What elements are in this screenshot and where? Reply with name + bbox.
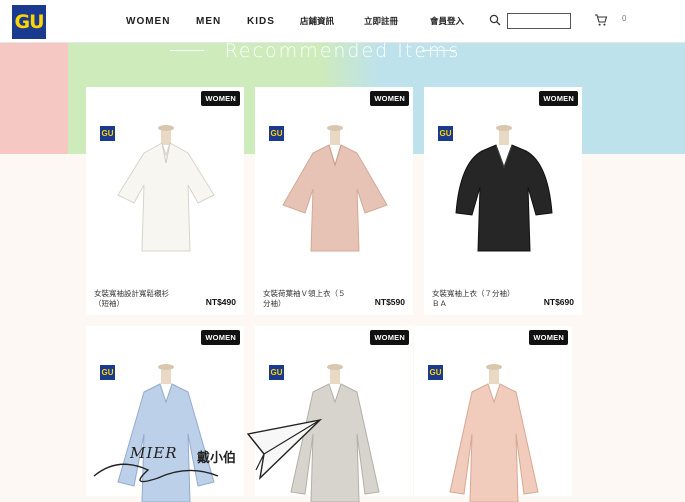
product-card[interactable]: WOMEN GU 女裝荷葉袖Ｖ領上衣（５ 分袖） NT$590	[255, 87, 413, 315]
product-price: NT$490	[205, 297, 236, 307]
search-input[interactable]	[507, 13, 571, 29]
product-name-line1: 女裝寬袖設計寬鬆襯衫	[94, 289, 169, 298]
product-name: 女裝荷葉袖Ｖ領上衣（５ 分袖）	[263, 289, 363, 309]
women-tag: WOMEN	[201, 91, 240, 106]
section-title: Recommended Items	[224, 40, 461, 62]
gu-logo[interactable]: GU	[12, 5, 46, 39]
product-card[interactable]: WOMEN GU 女裝寬袖上衣（７分袖） ＢＡ NT$690	[424, 87, 582, 315]
product-name: 女裝寬袖設計寬鬆襯衫 （短袖）	[94, 289, 194, 309]
nav-women[interactable]: WOMEN	[126, 0, 170, 42]
product-name-line2: 分袖）	[263, 299, 286, 308]
product-name: 女裝寬袖上衣（７分袖） ＢＡ	[432, 289, 532, 309]
women-tag: WOMEN	[370, 330, 409, 345]
top-image	[455, 125, 553, 252]
product-name-line1: 女裝荷葉袖Ｖ領上衣（５	[263, 289, 346, 298]
product-name-line2: ＢＡ	[432, 299, 447, 308]
pink-blouse-image	[449, 364, 539, 502]
shirt-image	[117, 125, 215, 252]
women-tag: WOMEN	[539, 91, 578, 106]
nav-kids[interactable]: KIDS	[247, 0, 275, 42]
nav-register[interactable]: 立即註冊	[364, 0, 398, 42]
product-card[interactable]: WOMEN GU	[414, 326, 572, 502]
search-icon[interactable]	[489, 14, 501, 26]
product-price: NT$690	[543, 297, 574, 307]
product-price: NT$590	[374, 297, 405, 307]
product-card[interactable]: WOMEN GU 女裝寬袖設計寬鬆襯衫 （短袖） NT$490	[86, 87, 244, 315]
product-name-line1: 女裝寬袖上衣（７分袖）	[432, 289, 515, 298]
watermark-text-cjk: 戴小伯	[197, 451, 237, 466]
nav-men[interactable]: MEN	[196, 0, 221, 42]
site-header: GU WOMEN MEN KIDS 店鋪資訊 立即註冊 會員登入 0	[0, 0, 685, 43]
paper-plane-watermark	[93, 418, 323, 483]
nav-login[interactable]: 會員登入	[430, 0, 464, 42]
product-name-line2: （短袖）	[94, 299, 124, 308]
women-tag: WOMEN	[201, 330, 240, 345]
cart-icon[interactable]	[594, 13, 608, 27]
nav-store-info[interactable]: 店鋪資訊	[300, 0, 334, 42]
women-tag: WOMEN	[370, 91, 409, 106]
blouse-image	[282, 125, 388, 252]
cart-count: 0	[622, 14, 627, 23]
women-tag: WOMEN	[529, 330, 568, 345]
watermark-text: MIER	[130, 444, 178, 462]
